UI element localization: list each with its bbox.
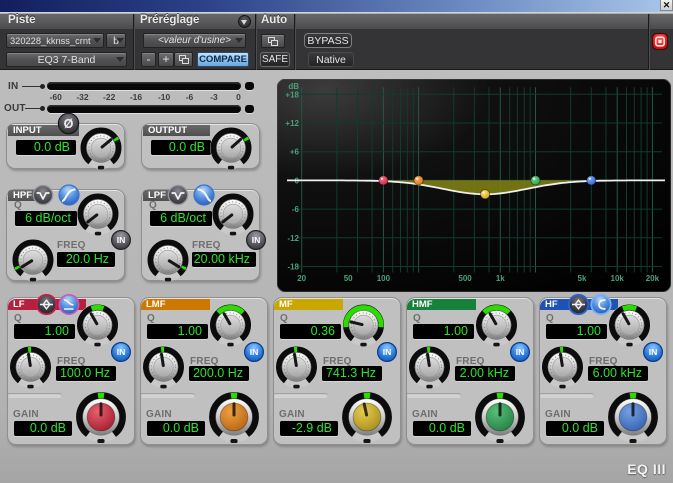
svg-text:20: 20 [297, 274, 306, 283]
svg-text:20k: 20k [646, 274, 660, 283]
svg-text:-12: -12 [287, 234, 299, 243]
svg-text:+6: +6 [290, 148, 300, 157]
svg-text:500: 500 [458, 274, 472, 283]
svg-text:5k: 5k [578, 274, 587, 283]
svg-text:IN: IN [252, 235, 261, 245]
svg-text:IN: IN [516, 347, 525, 357]
svg-text:-18: -18 [287, 263, 299, 272]
svg-text:IN: IN [117, 235, 126, 245]
svg-text:IN: IN [117, 347, 126, 357]
svg-text:Ø: Ø [64, 117, 74, 131]
svg-text:10k: 10k [611, 274, 625, 283]
svg-text:1k: 1k [496, 274, 505, 283]
svg-text:IN: IN [649, 347, 658, 357]
svg-text:+18: +18 [285, 90, 299, 99]
svg-text:-6: -6 [292, 205, 300, 214]
svg-text:100: 100 [377, 274, 391, 283]
svg-text:IN: IN [250, 347, 259, 357]
svg-text:50: 50 [344, 274, 353, 283]
svg-text:+12: +12 [285, 119, 299, 128]
svg-text:IN: IN [383, 347, 392, 357]
